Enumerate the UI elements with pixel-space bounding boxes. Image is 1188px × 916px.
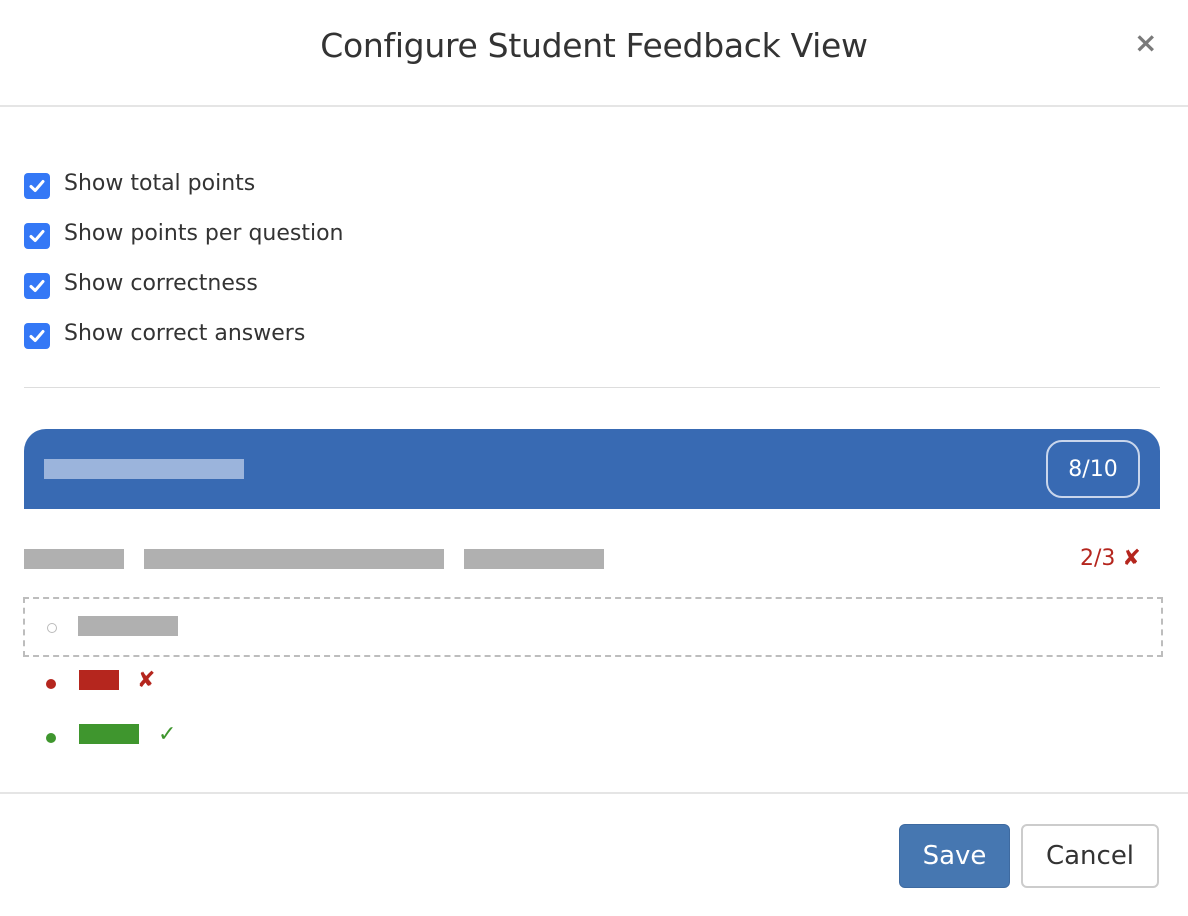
close-icon[interactable]: × xyxy=(1134,26,1157,59)
option-show-correct-answers[interactable]: Show correct answers xyxy=(24,308,344,358)
preview-banner: 8/10 xyxy=(24,429,1160,509)
question-text-placeholder xyxy=(144,549,444,569)
checkbox-checked-icon[interactable] xyxy=(24,323,50,349)
option-label: Show points per question xyxy=(64,220,344,246)
footer-divider xyxy=(0,792,1188,794)
cancel-button[interactable]: Cancel xyxy=(1021,824,1159,888)
dialog-title: Configure Student Feedback View xyxy=(320,26,868,65)
option-show-correctness[interactable]: Show correctness xyxy=(24,258,344,308)
checkbox-checked-icon[interactable] xyxy=(24,173,50,199)
checkbox-checked-icon[interactable] xyxy=(24,273,50,299)
correct-icon: ✓ xyxy=(158,722,177,747)
correct-dot-icon xyxy=(46,733,56,743)
correct-choice-placeholder xyxy=(79,724,139,744)
question-score-value: 2/3 xyxy=(1080,546,1116,571)
checkbox-checked-icon[interactable] xyxy=(24,223,50,249)
selected-incorrect-dot-icon xyxy=(46,679,56,689)
question-score: 2/3 ✘ xyxy=(1080,546,1141,571)
section-divider xyxy=(24,387,1160,388)
assignment-title-placeholder xyxy=(44,459,244,479)
dialog-header: Configure Student Feedback View × xyxy=(0,0,1188,107)
option-label: Show total points xyxy=(64,170,256,196)
incorrect-icon: ✘ xyxy=(1122,546,1141,571)
incorrect-icon: ✘ xyxy=(137,668,156,693)
question-text-placeholder xyxy=(464,549,604,569)
question-text-placeholder xyxy=(24,549,124,569)
correct-answer-choice xyxy=(23,597,1163,657)
options-list: Show total points Show points per questi… xyxy=(24,158,344,358)
choice-text-placeholder xyxy=(78,616,178,636)
save-button[interactable]: Save xyxy=(899,824,1010,888)
option-label: Show correctness xyxy=(64,270,258,296)
option-show-points-per-question[interactable]: Show points per question xyxy=(24,208,344,258)
incorrect-choice-placeholder xyxy=(79,670,119,690)
option-label: Show correct answers xyxy=(64,320,306,346)
option-show-total-points[interactable]: Show total points xyxy=(24,158,344,208)
radio-empty-icon xyxy=(47,623,57,633)
total-score-badge: 8/10 xyxy=(1046,440,1140,498)
